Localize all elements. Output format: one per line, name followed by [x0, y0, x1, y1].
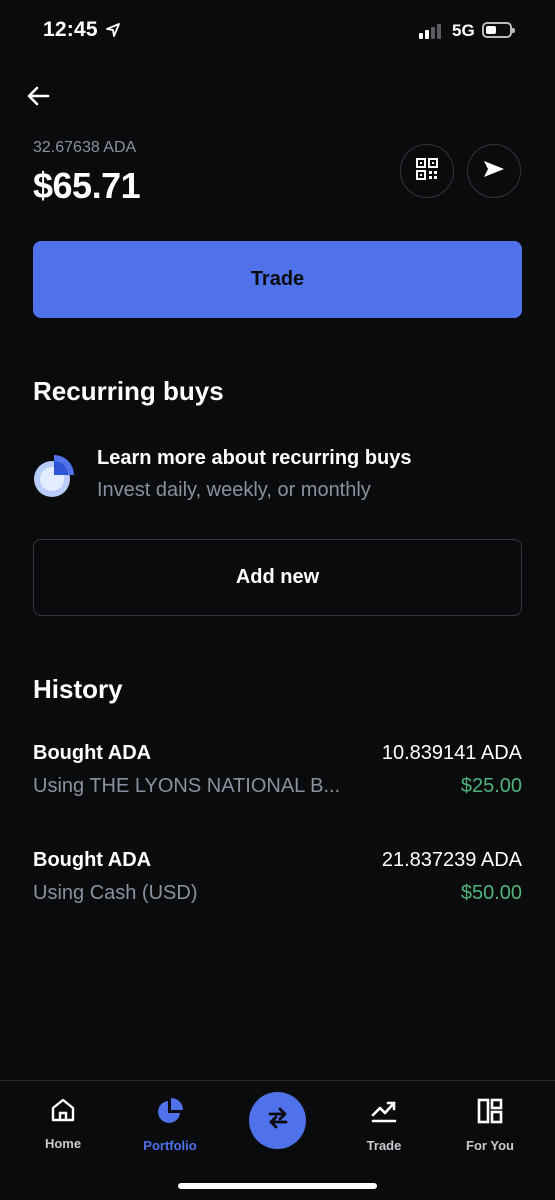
learn-recurring-buys-subtitle: Invest daily, weekly, or monthly — [97, 479, 371, 501]
signal-icon — [419, 24, 441, 39]
swap-arrows-icon — [265, 1105, 291, 1136]
qr-code-icon — [415, 157, 439, 186]
recurring-buys-icon — [32, 452, 76, 503]
history-item[interactable]: Bought ADA Using Cash (USD) 21.837239 AD… — [33, 849, 522, 913]
trend-chart-icon — [370, 1097, 398, 1130]
nav-portfolio[interactable]: Portfolio — [125, 1097, 215, 1153]
home-icon — [50, 1097, 76, 1128]
location-arrow-icon — [106, 23, 120, 42]
history-item-fiat: $50.00 — [460, 882, 522, 904]
layout-icon — [476, 1097, 504, 1130]
bottom-nav: Home Portfolio Trade For You — [0, 1080, 555, 1200]
add-new-button[interactable]: Add new — [33, 539, 522, 616]
history-title: History — [33, 674, 123, 704]
nav-home-label: Home — [44, 1136, 82, 1151]
status-time: 12:45 — [43, 18, 98, 41]
history-item[interactable]: Bought ADA Using THE LYONS NATIONAL B...… — [33, 742, 522, 806]
pie-chart-icon — [156, 1097, 184, 1130]
crypto-amount: 32.67638 ADA — [33, 139, 137, 156]
back-arrow-icon[interactable] — [24, 82, 52, 115]
history-item-crypto: 10.839141 ADA — [381, 742, 522, 764]
nav-for-you[interactable]: For You — [445, 1097, 535, 1153]
fiat-balance: $65.71 — [33, 165, 141, 206]
qr-code-button[interactable] — [400, 144, 454, 198]
nav-trade-label: Trade — [366, 1138, 402, 1153]
nav-portfolio-label: Portfolio — [143, 1138, 197, 1153]
learn-recurring-buys-link[interactable]: Learn more about recurring buys — [97, 447, 412, 470]
history-item-crypto: 21.837239 ADA — [381, 849, 522, 871]
nav-home[interactable]: Home — [18, 1097, 108, 1151]
home-indicator — [178, 1183, 377, 1189]
recurring-buys-title: Recurring buys — [33, 376, 224, 406]
history-item-title: Bought ADA — [33, 849, 152, 871]
nav-for-you-label: For You — [466, 1138, 514, 1153]
send-button[interactable] — [467, 144, 521, 198]
history-item-fiat: $25.00 — [460, 775, 522, 797]
history-item-subtitle: Using Cash (USD) — [33, 882, 198, 904]
send-icon — [482, 157, 506, 186]
history-item-subtitle: Using THE LYONS NATIONAL B... — [33, 775, 341, 797]
history-item-title: Bought ADA — [33, 742, 152, 764]
trade-button[interactable]: Trade — [33, 241, 522, 318]
trade-swap-button[interactable] — [249, 1092, 306, 1149]
battery-icon — [482, 22, 515, 38]
nav-trade[interactable]: Trade — [339, 1097, 429, 1153]
network-label: 5G — [452, 21, 475, 40]
